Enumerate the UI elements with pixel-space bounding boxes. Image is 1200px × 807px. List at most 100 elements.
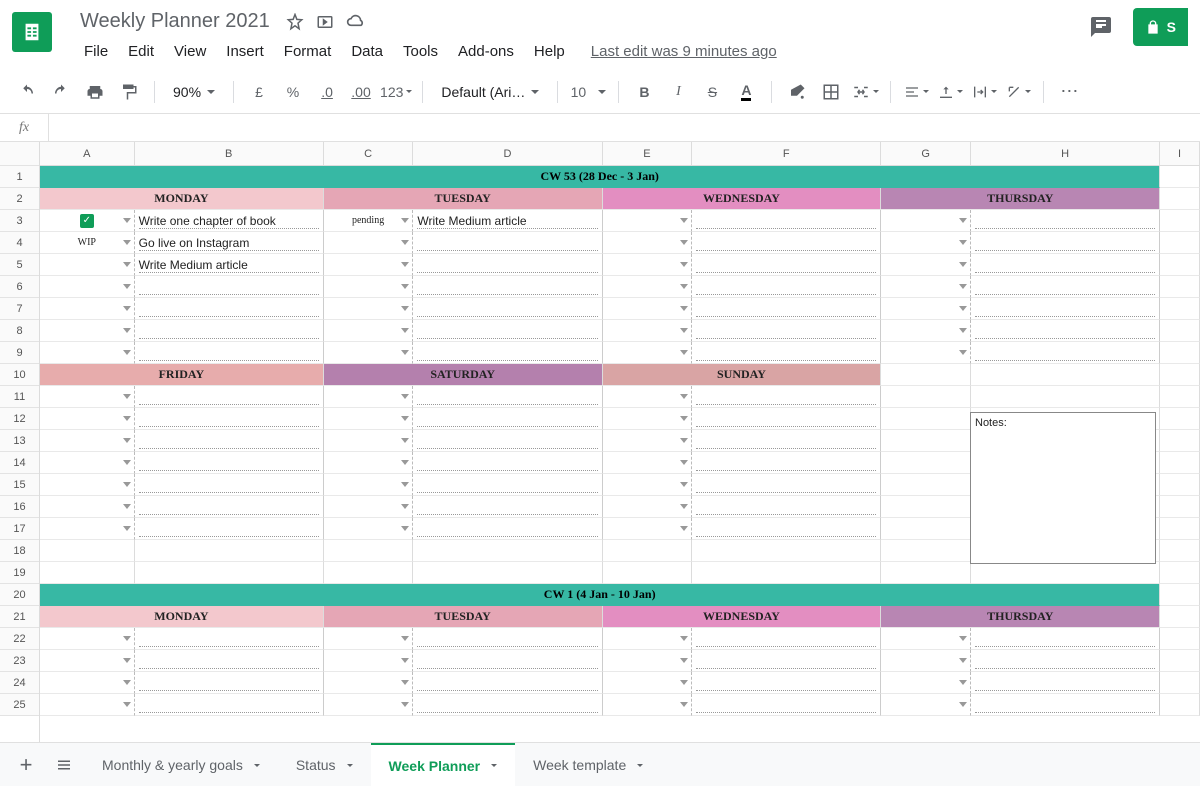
col-header-C[interactable]: C [324,142,414,166]
task-B15[interactable] [135,474,324,496]
comments-icon[interactable] [1083,9,1119,45]
task-F24[interactable] [692,672,881,694]
percent-button[interactable]: % [278,77,308,107]
task-B11[interactable] [135,386,324,408]
status-E6[interactable] [603,276,693,298]
row-header-23[interactable]: 23 [0,650,39,672]
cell-F18[interactable] [692,540,881,562]
valign-icon[interactable] [935,77,965,107]
italic-button[interactable]: I [663,77,693,107]
status-C4[interactable] [324,232,414,254]
share-button[interactable]: S [1133,8,1188,46]
status-G6[interactable] [881,276,971,298]
cell-G12[interactable] [881,408,971,430]
task-H6[interactable] [971,276,1160,298]
cell-I14[interactable] [1160,452,1200,474]
font-size[interactable]: 10 [568,77,608,107]
undo-icon[interactable] [12,77,42,107]
cell-I19[interactable] [1160,562,1200,584]
cell-G17[interactable] [881,518,971,540]
row-header-8[interactable]: 8 [0,320,39,342]
text-color[interactable]: A [731,77,761,107]
cell-I23[interactable] [1160,650,1200,672]
status-E11[interactable] [603,386,693,408]
print-icon[interactable] [80,77,110,107]
currency-button[interactable]: £ [244,77,274,107]
cell-I10[interactable] [1160,364,1200,386]
halign-icon[interactable] [901,77,931,107]
cell-I22[interactable] [1160,628,1200,650]
task-B22[interactable] [135,628,324,650]
task-F3[interactable] [692,210,881,232]
menu-view[interactable]: View [166,39,214,64]
day-header-friday[interactable]: FRIDAY [40,364,324,386]
status-A12[interactable] [40,408,135,430]
status-E22[interactable] [603,628,693,650]
row-header-11[interactable]: 11 [0,386,39,408]
status-A8[interactable] [40,320,135,342]
status-A24[interactable] [40,672,135,694]
status-E5[interactable] [603,254,693,276]
day-header-saturday[interactable]: SATURDAY [324,364,603,386]
rotate-icon[interactable] [1003,77,1033,107]
status-E12[interactable] [603,408,693,430]
status-C6[interactable] [324,276,414,298]
task-D11[interactable] [413,386,602,408]
task-B3[interactable]: Write one chapter of book [135,210,324,232]
task-D6[interactable] [413,276,602,298]
cell-D19[interactable] [413,562,602,584]
task-D12[interactable] [413,408,602,430]
row-header-3[interactable]: 3 [0,210,39,232]
cell-I16[interactable] [1160,496,1200,518]
cell-I18[interactable] [1160,540,1200,562]
status-C14[interactable] [324,452,414,474]
row-header-18[interactable]: 18 [0,540,39,562]
status-A9[interactable] [40,342,135,364]
task-B6[interactable] [135,276,324,298]
row-header-7[interactable]: 7 [0,298,39,320]
fill-color-icon[interactable] [782,77,812,107]
row-header-4[interactable]: 4 [0,232,39,254]
task-H7[interactable] [971,298,1160,320]
move-icon[interactable] [316,13,334,31]
wrap-icon[interactable] [969,77,999,107]
cloud-icon[interactable] [346,12,366,32]
week-header-1[interactable]: CW 1 (4 Jan - 10 Jan) [40,584,1160,606]
status-C23[interactable] [324,650,414,672]
cell-I3[interactable] [1160,210,1200,232]
status-C8[interactable] [324,320,414,342]
sheet-tab-3[interactable]: Week template [515,743,661,786]
status-A4[interactable]: WIP [40,232,135,254]
status-G3[interactable] [881,210,971,232]
status-G4[interactable] [881,232,971,254]
status-E16[interactable] [603,496,693,518]
status-A17[interactable] [40,518,135,540]
row-header-20[interactable]: 20 [0,584,39,606]
cell-E19[interactable] [603,562,693,584]
cell-A19[interactable] [40,562,135,584]
status-E17[interactable] [603,518,693,540]
last-edit[interactable]: Last edit was 9 minutes ago [591,43,777,60]
cell-I7[interactable] [1160,298,1200,320]
inc-decimals[interactable]: .00 [346,77,376,107]
cell-I6[interactable] [1160,276,1200,298]
status-E9[interactable] [603,342,693,364]
day-header-wednesday[interactable]: WEDNESDAY [603,188,882,210]
status-A22[interactable] [40,628,135,650]
task-D17[interactable] [413,518,602,540]
task-B14[interactable] [135,452,324,474]
font-select[interactable]: Default (Ari… [433,77,547,107]
cell-I1[interactable] [1160,166,1200,188]
cell-F19[interactable] [692,562,881,584]
row-header-15[interactable]: 15 [0,474,39,496]
status-C11[interactable] [324,386,414,408]
task-H5[interactable] [971,254,1160,276]
task-F16[interactable] [692,496,881,518]
status-A25[interactable] [40,694,135,716]
row-header-24[interactable]: 24 [0,672,39,694]
col-header-D[interactable]: D [413,142,602,166]
cell-I5[interactable] [1160,254,1200,276]
sheet-tab-0[interactable]: Monthly & yearly goals [84,743,278,786]
task-F15[interactable] [692,474,881,496]
all-sheets-icon[interactable] [46,747,82,783]
